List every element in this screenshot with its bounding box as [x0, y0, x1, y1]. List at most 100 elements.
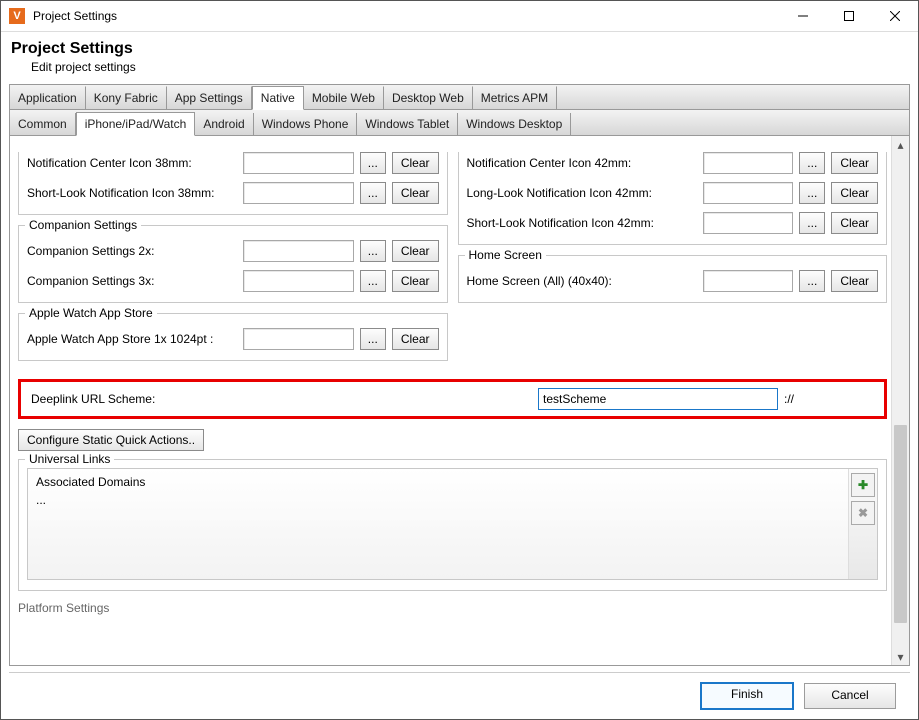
deeplink-label: Deeplink URL Scheme:	[31, 392, 155, 406]
field-row: Home Screen (All) (40x40): ... Clear	[467, 270, 879, 292]
watch-icons-right-group: Notification Center Icon 42mm: ... Clear…	[458, 152, 888, 245]
add-domain-button[interactable]: ✚	[851, 473, 875, 497]
subtab-android[interactable]: Android	[195, 113, 253, 135]
browse-button[interactable]: ...	[799, 152, 825, 174]
maximize-button[interactable]	[826, 1, 872, 31]
scroll-up-arrow-icon[interactable]: ▴	[892, 136, 909, 153]
associated-domains-container: Associated Domains ... ✚ ✖	[27, 468, 878, 580]
close-button[interactable]	[872, 1, 918, 31]
clear-button[interactable]: Clear	[392, 328, 439, 350]
deeplink-suffix: ://	[784, 392, 794, 406]
home-screen-input[interactable]	[703, 270, 794, 292]
watch-icons-left-group: Notification Center Icon 38mm: ... Clear…	[18, 152, 448, 215]
apple-watch-app-store-group: Apple Watch App Store Apple Watch App St…	[18, 313, 448, 361]
tab-metrics-apm[interactable]: Metrics APM	[473, 86, 557, 109]
clear-button[interactable]: Clear	[831, 152, 878, 174]
clear-button[interactable]: Clear	[831, 270, 878, 292]
app-icon: V	[9, 8, 25, 24]
deeplink-url-scheme-input[interactable]	[538, 388, 778, 410]
group-title: Apple Watch App Store	[25, 306, 157, 320]
remove-domain-button[interactable]: ✖	[851, 501, 875, 525]
plus-icon: ✚	[858, 478, 868, 492]
sub-tabbar: Common iPhone/iPad/Watch Android Windows…	[10, 110, 909, 136]
deeplink-highlight: Deeplink URL Scheme: ://	[18, 379, 887, 419]
browse-button[interactable]: ...	[360, 270, 386, 292]
field-label: Home Screen (All) (40x40):	[467, 274, 697, 288]
subtab-windows-phone[interactable]: Windows Phone	[254, 113, 358, 135]
companion-3x-input[interactable]	[243, 270, 354, 292]
short-look-38-input[interactable]	[243, 182, 354, 204]
scroll-down-arrow-icon[interactable]: ▾	[892, 648, 909, 665]
field-row: Companion Settings 2x: ... Clear	[27, 240, 439, 262]
notification-center-38-input[interactable]	[243, 152, 354, 174]
clear-button[interactable]: Clear	[392, 152, 439, 174]
minimize-button[interactable]	[780, 1, 826, 31]
x-icon: ✖	[858, 506, 868, 520]
tab-desktop-web[interactable]: Desktop Web	[384, 86, 473, 109]
subtab-windows-desktop[interactable]: Windows Desktop	[458, 113, 571, 135]
field-row: Companion Settings 3x: ... Clear	[27, 270, 439, 292]
tab-kony-fabric[interactable]: Kony Fabric	[86, 86, 167, 109]
tab-application[interactable]: Application	[10, 86, 86, 109]
cancel-button[interactable]: Cancel	[804, 683, 896, 709]
subtab-windows-tablet[interactable]: Windows Tablet	[357, 113, 458, 135]
scrollbar-track[interactable]	[892, 153, 909, 648]
titlebar: V Project Settings	[1, 1, 918, 32]
window: V Project Settings Project Settings Edit…	[0, 0, 919, 720]
associated-domains-list[interactable]: Associated Domains ...	[28, 469, 848, 579]
notification-center-42-input[interactable]	[703, 152, 794, 174]
group-title: Universal Links	[25, 452, 114, 466]
long-look-42-input[interactable]	[703, 182, 794, 204]
scrollbar-thumb[interactable]	[894, 425, 907, 623]
field-row: Short-Look Notification Icon 42mm: ... C…	[467, 212, 879, 234]
browse-button[interactable]: ...	[360, 182, 386, 204]
settings-scroll-area: Notification Center Icon 38mm: ... Clear…	[10, 136, 891, 665]
browse-button[interactable]: ...	[799, 270, 825, 292]
group-title: Home Screen	[465, 248, 546, 262]
tab-app-settings[interactable]: App Settings	[167, 86, 252, 109]
browse-button[interactable]: ...	[799, 182, 825, 204]
associated-domains-toolbar: ✚ ✖	[848, 469, 877, 579]
browse-button[interactable]: ...	[360, 240, 386, 262]
field-label: Notification Center Icon 42mm:	[467, 156, 697, 170]
companion-settings-group: Companion Settings Companion Settings 2x…	[18, 225, 448, 303]
subtab-common[interactable]: Common	[10, 113, 76, 135]
vertical-scrollbar[interactable]: ▴ ▾	[891, 136, 909, 665]
companion-2x-input[interactable]	[243, 240, 354, 262]
field-label: Companion Settings 2x:	[27, 244, 237, 258]
associated-domains-placeholder: ...	[36, 493, 840, 507]
app-store-1x-input[interactable]	[243, 328, 354, 350]
subtab-iphone-ipad-watch[interactable]: iPhone/iPad/Watch	[76, 112, 196, 136]
clear-button[interactable]: Clear	[392, 182, 439, 204]
field-label: Apple Watch App Store 1x 1024pt :	[27, 332, 237, 346]
clear-button[interactable]: Clear	[392, 240, 439, 262]
field-row: Notification Center Icon 38mm: ... Clear	[27, 152, 439, 174]
field-label: Short-Look Notification Icon 38mm:	[27, 186, 237, 200]
short-look-42-input[interactable]	[703, 212, 794, 234]
associated-domains-header: Associated Domains	[36, 475, 840, 489]
browse-button[interactable]: ...	[799, 212, 825, 234]
field-row: Apple Watch App Store 1x 1024pt : ... Cl…	[27, 328, 439, 350]
page-title: Project Settings	[1, 32, 918, 58]
native-tab-content: Common iPhone/iPad/Watch Android Windows…	[9, 109, 910, 666]
window-title: Project Settings	[33, 9, 117, 23]
tab-mobile-web[interactable]: Mobile Web	[304, 86, 384, 109]
platform-settings-title: Platform Settings	[18, 601, 887, 615]
finish-button[interactable]: Finish	[700, 682, 794, 710]
clear-button[interactable]: Clear	[831, 212, 878, 234]
home-screen-group: Home Screen Home Screen (All) (40x40): .…	[458, 255, 888, 303]
field-label: Short-Look Notification Icon 42mm:	[467, 216, 697, 230]
browse-button[interactable]: ...	[360, 152, 386, 174]
group-title: Companion Settings	[25, 218, 141, 232]
main-tabbar: Application Kony Fabric App Settings Nat…	[9, 84, 910, 109]
browse-button[interactable]: ...	[360, 328, 386, 350]
tab-native[interactable]: Native	[252, 86, 304, 110]
field-row: Long-Look Notification Icon 42mm: ... Cl…	[467, 182, 879, 204]
field-label: Companion Settings 3x:	[27, 274, 237, 288]
field-label: Notification Center Icon 38mm:	[27, 156, 237, 170]
clear-button[interactable]: Clear	[392, 270, 439, 292]
field-row: Notification Center Icon 42mm: ... Clear	[467, 152, 879, 174]
clear-button[interactable]: Clear	[831, 182, 878, 204]
configure-static-quick-actions-button[interactable]: Configure Static Quick Actions..	[18, 429, 204, 451]
field-label: Long-Look Notification Icon 42mm:	[467, 186, 697, 200]
